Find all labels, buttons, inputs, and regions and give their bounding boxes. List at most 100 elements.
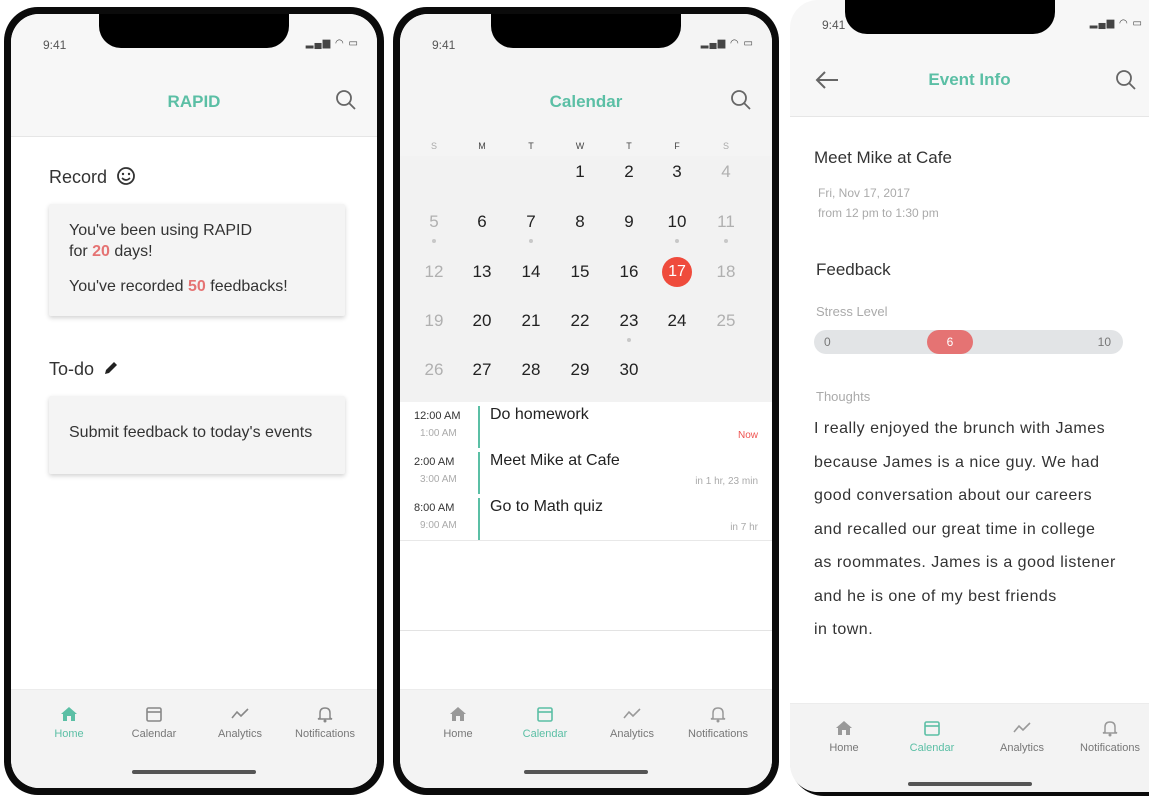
notch	[99, 14, 289, 48]
calendar-day[interactable]: 11	[702, 212, 750, 243]
home-icon	[450, 707, 466, 721]
calendar-day[interactable]: 4	[702, 162, 750, 182]
calendar-day[interactable]: 12	[410, 262, 458, 282]
weekday-header: S M T W T F S	[400, 136, 772, 156]
calendar-day[interactable]: 22	[556, 311, 604, 331]
event-date: Fri, Nov 17, 2017	[818, 186, 911, 200]
calendar-day[interactable]: 1	[556, 162, 604, 182]
phone-home: 9:41 ▂▄▆ ◠ ▭ RAPID Record You've been us…	[4, 7, 384, 795]
tab-notifications[interactable]: Notifications	[1066, 718, 1149, 754]
search-icon[interactable]	[335, 89, 357, 111]
tab-notifications[interactable]: Notifications	[674, 704, 762, 740]
search-icon[interactable]	[1115, 69, 1137, 91]
event-title: Go to Math quiz	[490, 498, 603, 515]
event-relative: in 7 hr	[730, 522, 758, 533]
event-time: from 12 pm to 1:30 pm	[818, 206, 939, 220]
calendar-day[interactable]: 10	[653, 212, 701, 243]
tab-notifications[interactable]: Notifications	[281, 704, 369, 740]
calendar-day[interactable]: 7	[507, 212, 555, 243]
day-number: 12	[424, 262, 444, 281]
tab-calendar[interactable]: Calendar	[110, 704, 198, 740]
day-number: 16	[619, 262, 639, 281]
calendar-day[interactable]: 3	[653, 162, 701, 182]
bell-icon	[317, 707, 333, 723]
tab-home[interactable]: Home	[800, 718, 888, 754]
tab-calendar[interactable]: Calendar	[501, 704, 589, 740]
calendar-day[interactable]: 9	[605, 212, 653, 232]
tab-bar: Home Calendar Analytics Notifications	[11, 689, 377, 788]
event-row[interactable]: 12:00 AM 1:00 AM Do homework Now	[400, 402, 772, 449]
calendar-day[interactable]: 28	[507, 360, 555, 380]
status-icons: ▂▄▆ ◠ ▭	[1089, 18, 1143, 29]
calendar-day[interactable]: 8	[556, 212, 604, 232]
record-line1: You've been using RAPID	[69, 222, 253, 239]
thoughts-label: Thoughts	[816, 389, 871, 404]
bell-icon	[710, 707, 726, 723]
stress-label: Stress Level	[816, 304, 888, 319]
status-time: 9:41	[43, 38, 67, 52]
status-icons: ▂▄▆ ◠ ▭	[700, 38, 754, 49]
event-info-screen: 9:41 ▂▄▆ ◠ ▭ Event Info Meet Mike at Caf…	[790, 0, 1149, 792]
record-days-line: for 20 days!	[69, 243, 153, 260]
calendar-day[interactable]: 13	[458, 262, 506, 282]
calendar-day[interactable]: 30	[605, 360, 653, 380]
calendar-day[interactable]: 26	[410, 360, 458, 380]
day-number: 30	[619, 360, 639, 379]
tab-analytics[interactable]: Analytics	[588, 704, 676, 740]
day-number: 19	[424, 311, 444, 330]
event-bar	[478, 452, 480, 494]
event-title: Meet Mike at Cafe	[490, 452, 620, 469]
calendar-day[interactable]: 27	[458, 360, 506, 380]
day-number: 4	[721, 162, 731, 181]
tab-calendar[interactable]: Calendar	[888, 718, 976, 754]
weekday-label: S	[722, 141, 729, 151]
calendar-day[interactable]: 15	[556, 262, 604, 282]
todo-item: Submit feedback to today's events	[69, 424, 313, 441]
calendar-day[interactable]: 6	[458, 212, 506, 232]
tab-analytics[interactable]: Analytics	[978, 718, 1066, 754]
tab-analytics[interactable]: Analytics	[196, 704, 284, 740]
page-title: RAPID	[167, 92, 221, 111]
calendar-day[interactable]: 25	[702, 311, 750, 331]
days-count: 20	[92, 243, 110, 260]
pencil-icon[interactable]	[103, 360, 119, 376]
notch	[491, 14, 681, 48]
calendar-day[interactable]: 5	[410, 212, 458, 243]
event-row[interactable]: 2:00 AM 3:00 AM Meet Mike at Cafe in 1 h…	[400, 448, 772, 495]
event-dot	[627, 338, 631, 342]
todo-card[interactable]: Submit feedback to today's events	[49, 396, 345, 474]
home-indicator	[524, 770, 648, 774]
event-dot	[724, 239, 728, 243]
calendar-day[interactable]: 14	[507, 262, 555, 282]
calendar-day[interactable]: 21	[507, 311, 555, 331]
stress-slider[interactable]: 0 6 10	[814, 330, 1123, 354]
event-relative: Now	[737, 430, 758, 441]
slider-knob[interactable]: 6	[926, 330, 973, 354]
feedback-title: Feedback	[816, 260, 891, 279]
record-count-line: You've recorded 50 feedbacks!	[69, 278, 288, 295]
calendar-day[interactable]: 16	[605, 262, 653, 282]
calendar-day[interactable]: 19	[410, 311, 458, 331]
tab-home[interactable]: Home	[25, 704, 113, 740]
weekday-label: T	[626, 141, 632, 151]
calendar-day[interactable]: 2	[605, 162, 653, 182]
calendar-icon	[924, 721, 940, 736]
thoughts-text: I really enjoyed the brunch with James b…	[814, 420, 1116, 638]
event-row[interactable]: 8:00 AM 9:00 AM Go to Math quiz in 7 hr	[400, 494, 772, 541]
status-icons: ▂▄▆ ◠ ▭	[305, 38, 359, 49]
day-number: 8	[575, 212, 585, 231]
calendar-day[interactable]: 29	[556, 360, 604, 380]
calendar-day[interactable]: 23	[605, 311, 653, 342]
day-number: 11	[717, 212, 735, 231]
phone-calendar: 9:41 ▂▄▆ ◠ ▭ Calendar S M T W T F S 1234…	[393, 7, 779, 795]
calendar-day[interactable]: 24	[653, 311, 701, 331]
calendar-day[interactable]: 18	[702, 262, 750, 282]
day-number: 24	[667, 311, 687, 330]
tab-home[interactable]: Home	[414, 704, 502, 740]
calendar-day[interactable]: 20	[458, 311, 506, 331]
day-number: 6	[477, 212, 487, 231]
notch	[844, 0, 1055, 34]
search-icon[interactable]	[730, 89, 752, 111]
day-number: 15	[570, 262, 590, 281]
calendar-day[interactable]: 17	[653, 257, 701, 287]
